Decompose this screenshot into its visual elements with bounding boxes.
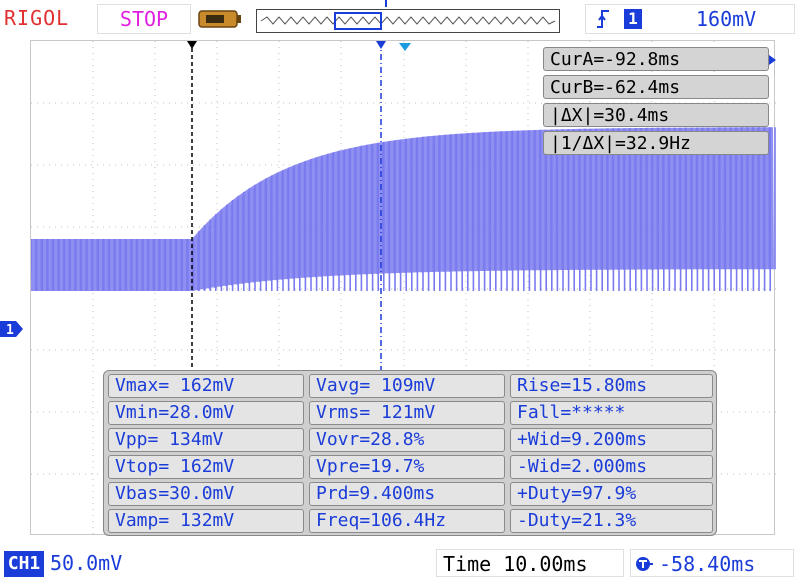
timebase-setting[interactable]: Time 10.00ms — [436, 549, 624, 577]
cursor-a-marker-icon — [187, 41, 197, 49]
channel-1-badge[interactable]: CH1 — [4, 551, 44, 577]
horizontal-offset-icon — [636, 557, 653, 571]
trigger-level: 160mV — [696, 7, 757, 31]
measurement-cell: Vmin=28.0mV — [108, 401, 304, 425]
status-bar: RIGOL STOP 1 160mV — [0, 0, 800, 38]
trigger-source-badge: 1 — [624, 9, 642, 29]
measurement-cell: -Wid=2.000ms — [510, 455, 713, 479]
measurement-cell: Vbas=30.0mV — [108, 482, 304, 506]
run-stop-status[interactable]: STOP — [97, 4, 191, 34]
channel-1-scale: 50.0mV — [50, 551, 123, 575]
measurement-cell: +Duty=97.9% — [510, 482, 713, 506]
measurement-cell: +Wid=9.200ms — [510, 428, 713, 452]
horizontal-delay-value: -58.40ms — [659, 552, 756, 576]
memory-waveform-preview-icon — [260, 12, 556, 30]
measurement-cell: Vovr=28.8% — [309, 428, 505, 452]
trigger-setting[interactable]: 1 160mV — [585, 4, 795, 34]
measurement-cell: Vpre=19.7% — [309, 455, 505, 479]
cursor-b-readout: CurB=-62.4ms — [543, 75, 769, 99]
measurement-cell: Vtop= 162mV — [108, 455, 304, 479]
measurement-cell: Vavg= 109mV — [309, 374, 505, 398]
trigger-position-icon — [382, 0, 390, 7]
measurement-cell: -Duty=21.3% — [510, 509, 713, 533]
cursor-inverse-delta-readout: |1/ΔX|=32.9Hz — [543, 131, 769, 155]
measurement-cell: Vmax= 162mV — [108, 374, 304, 398]
measurement-cell: Vrms= 121mV — [309, 401, 505, 425]
measurement-panel: Vmax= 162mV Vavg= 109mV Rise=15.80ms Vmin=2… — [103, 370, 717, 536]
trigger-point-icon — [399, 43, 411, 51]
memory-depth-icon — [198, 10, 241, 28]
brand-logo: RIGOL — [4, 6, 70, 30]
measurement-cell: Rise=15.80ms — [510, 374, 713, 398]
measurement-cell: Vpp= 134mV — [108, 428, 304, 452]
cursor-b-marker-icon — [376, 41, 386, 49]
cursor-delta-readout: |ΔX|=30.4ms — [543, 103, 769, 127]
measurement-cell: Vamp= 132mV — [108, 509, 304, 533]
measurement-cell: Fall=***** — [510, 401, 713, 425]
bottom-status-bar: CH1 50.0mV Time 10.00ms -58.40ms — [0, 545, 800, 585]
rising-edge-icon — [597, 10, 609, 28]
channel-1-marker-label: 1 — [6, 323, 14, 338]
trigger-level-arrow-icon — [769, 55, 776, 65]
channel-1-ground-marker[interactable]: 1 — [0, 319, 24, 339]
horizontal-delay-setting[interactable]: -58.40ms — [630, 549, 794, 577]
waveform-memory-bar[interactable] — [256, 9, 560, 33]
measurement-cell: Prd=9.400ms — [309, 482, 505, 506]
cursor-a-readout: CurA=-92.8ms — [543, 47, 769, 71]
measurement-cell: Freq=106.4Hz — [309, 509, 505, 533]
